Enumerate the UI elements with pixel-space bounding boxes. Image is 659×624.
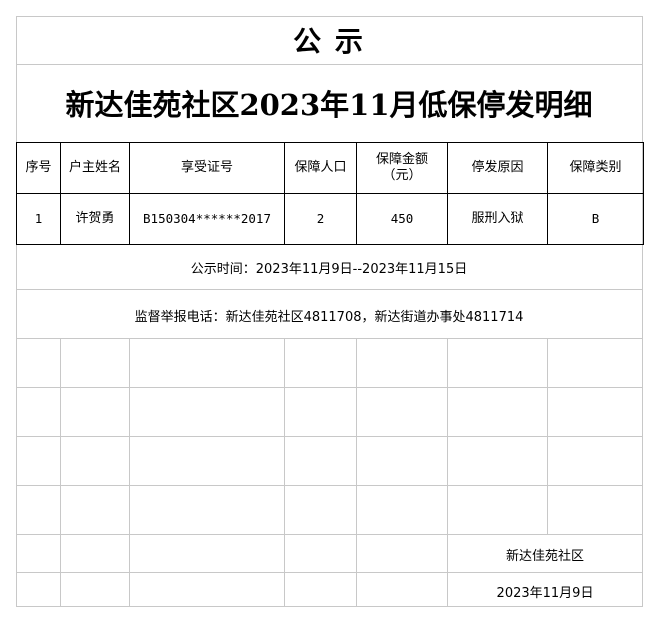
table-cell: 服刑入狱	[447, 193, 548, 245]
column-header: 保障类别	[547, 142, 644, 194]
table-cell: 1	[16, 193, 61, 245]
table-cell: B150304******2017	[129, 193, 285, 245]
signature-date: 2023年11月9日	[496, 586, 594, 601]
column-header: 保障人口	[284, 142, 357, 194]
page-subtitle: 新达佳苑社区2023年11月低保停发明细	[65, 88, 593, 122]
column-header: 序号	[16, 142, 61, 194]
column-header: 保障金额（元）	[356, 142, 448, 194]
notice-hotline: 监督举报电话：新达佳苑社区4811708，新达街道办事处4811714	[134, 310, 524, 325]
column-header: 停发原因	[447, 142, 548, 194]
column-header: 户主姓名	[60, 142, 130, 194]
table-cell: 许贺勇	[60, 193, 130, 245]
signature-org: 新达佳苑社区	[505, 549, 584, 564]
notice-period: 公示时间：2023年11月9日--2023年11月15日	[190, 262, 468, 277]
page-title: 公 示	[293, 25, 365, 58]
data-table: 序号 户主姓名 享受证号 保障人口 保障金额（元） 停发原因 保障类别 1 许贺…	[16, 142, 644, 245]
column-header: 享受证号	[129, 142, 285, 194]
table-cell: 450	[356, 193, 448, 245]
table-row: 1 许贺勇 B150304******2017 2 450 服刑入狱 B	[16, 193, 644, 245]
table-cell: 2	[284, 193, 357, 245]
table-header-row: 序号 户主姓名 享受证号 保障人口 保障金额（元） 停发原因 保障类别	[16, 142, 644, 194]
table-cell: B	[547, 193, 644, 245]
